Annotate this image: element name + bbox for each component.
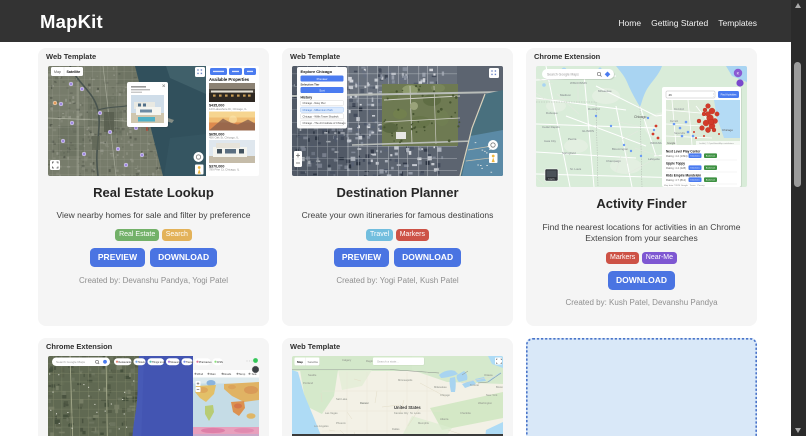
svg-text:Satellite: Satellite bbox=[308, 360, 319, 364]
svg-text:Transit: Transit bbox=[186, 360, 194, 363]
svg-text:Directions: Directions bbox=[690, 178, 699, 181]
svg-text:Rating: 4.4 (228): Rating: 4.4 (228) bbox=[666, 166, 686, 170]
svg-text:123 Lakeshore Dr, Chicago, IL: 123 Lakeshore Dr, Chicago, IL bbox=[209, 106, 247, 110]
svg-text:456 Oak St, Chicago, IL: 456 Oak St, Chicago, IL bbox=[209, 135, 239, 139]
svg-text:Pharmacies: Pharmacies bbox=[199, 360, 212, 363]
svg-text:Bookmark: Bookmark bbox=[706, 178, 716, 181]
svg-text:Minneapolis: Minneapolis bbox=[398, 378, 413, 382]
svg-text:United States: United States bbox=[394, 405, 421, 410]
svg-text:Rating: 4.7 (812): Rating: 4.7 (812) bbox=[666, 178, 686, 182]
svg-text:New York: New York bbox=[486, 393, 498, 397]
svg-text:Cedar Rapids: Cedar Rapids bbox=[542, 125, 560, 129]
svg-text:Preview: Preview bbox=[317, 76, 329, 80]
svg-text:Bookmark: Bookmark bbox=[706, 154, 716, 157]
svg-text:Layers: Layers bbox=[548, 177, 555, 180]
svg-text:INDIANA: INDIANA bbox=[650, 141, 662, 145]
svg-text:Portland: Portland bbox=[303, 381, 314, 385]
svg-text:Directions: Directions bbox=[690, 166, 699, 169]
svg-text:Denver: Denver bbox=[360, 401, 369, 405]
svg-text:Clouds: Clouds bbox=[223, 372, 232, 376]
svg-text:Lafayette: Lafayette bbox=[648, 157, 660, 161]
svg-text:Chicago: Chicago bbox=[440, 393, 450, 397]
svg-text:Bloomington: Bloomington bbox=[612, 147, 628, 151]
svg-text:Map: Map bbox=[297, 360, 303, 364]
svg-text:Charlotte: Charlotte bbox=[460, 411, 471, 415]
svg-text:Rain: Rain bbox=[210, 372, 216, 376]
svg-text:St. Louis: St. Louis bbox=[570, 167, 582, 171]
svg-text:Rating: 4.2 (1394): Rating: 4.2 (1394) bbox=[666, 154, 688, 158]
svg-text:Atlanta: Atlanta bbox=[440, 417, 449, 421]
svg-text:WISCONSIN: WISCONSIN bbox=[570, 81, 587, 85]
svg-text:Milwaukee: Milwaukee bbox=[598, 89, 612, 93]
svg-text:Selection Tier: Selection Tier bbox=[301, 82, 321, 86]
svg-text:Chicago: Chicago bbox=[634, 115, 647, 119]
svg-text:Springfield: Springfield bbox=[562, 151, 576, 155]
svg-text:Next Level Play Center: Next Level Play Center bbox=[666, 149, 701, 153]
svg-text:Dallas: Dallas bbox=[392, 427, 400, 431]
svg-text:Milwaukee: Milwaukee bbox=[434, 385, 447, 389]
svg-text:Map data ©2024 Google Terms: Map data ©2024 Google Terms Privacy bbox=[664, 183, 706, 186]
svg-text:46: 46 bbox=[669, 92, 673, 96]
svg-text:Hotels: Hotels bbox=[138, 360, 146, 363]
svg-text:K: K bbox=[737, 70, 740, 75]
svg-text:Rockford: Rockford bbox=[588, 107, 600, 111]
svg-text:Kansas City: Kansas City bbox=[394, 411, 409, 415]
svg-text:Google: Google bbox=[667, 141, 676, 145]
svg-text:Chicago: Chicago bbox=[722, 128, 733, 132]
svg-text:Satellite: Satellite bbox=[67, 70, 81, 74]
svg-text:Chicago - The Art Institute of: Chicago - The Art Institute of Chicago bbox=[303, 121, 347, 125]
svg-text:Upple Toppy: Upple Toppy bbox=[666, 161, 685, 165]
svg-text:789 Pine Ct, Chicago, IL: 789 Pine Ct, Chicago, IL bbox=[209, 167, 240, 171]
svg-text:Explore Chicago: Explore Chicago bbox=[301, 69, 333, 74]
svg-text:Iowa City: Iowa City bbox=[544, 139, 556, 143]
svg-text:Rockford: Rockford bbox=[674, 108, 685, 111]
svg-text:Naperville: Naperville bbox=[674, 132, 686, 135]
svg-text:Search a state...: Search a state... bbox=[377, 359, 399, 363]
svg-text:Search Google Maps: Search Google Maps bbox=[56, 360, 86, 364]
svg-text:Madison: Madison bbox=[560, 93, 571, 97]
svg-text:ATMs: ATMs bbox=[217, 360, 224, 363]
svg-text:⋮: ⋮ bbox=[712, 93, 715, 97]
svg-text:Ottawa: Ottawa bbox=[484, 373, 493, 377]
svg-text:Seattle: Seattle bbox=[308, 373, 317, 377]
svg-text:Chicago - Navy Pier: Chicago - Navy Pier bbox=[303, 101, 326, 105]
svg-text:Champaign: Champaign bbox=[606, 159, 621, 163]
svg-text:St. Louis: St. Louis bbox=[410, 411, 421, 415]
svg-text:ILLINOIS: ILLINOIS bbox=[582, 129, 594, 133]
svg-text:Find Activities: Find Activities bbox=[721, 92, 738, 96]
svg-text:Toronto: Toronto bbox=[470, 383, 479, 387]
svg-text:Los Angeles: Los Angeles bbox=[314, 424, 329, 428]
svg-text:Chicago - Millennium Park: Chicago - Millennium Park bbox=[303, 107, 334, 111]
svg-text:Kids Empire Mundelein: Kids Empire Mundelein bbox=[666, 173, 701, 177]
svg-text:Las Vegas: Las Vegas bbox=[325, 411, 338, 415]
svg-text:Museums: Museums bbox=[170, 360, 181, 363]
svg-text:Available Properties: Available Properties bbox=[209, 77, 250, 82]
svg-text:Chicago - Willis Tower Skydeck: Chicago - Willis Tower Skydeck bbox=[303, 114, 340, 118]
svg-text:Phoenix: Phoenix bbox=[336, 421, 346, 425]
svg-text:Dubuque: Dubuque bbox=[546, 111, 558, 115]
svg-text:Peoria: Peoria bbox=[568, 137, 577, 141]
svg-text:Search Google Maps: Search Google Maps bbox=[547, 72, 579, 76]
svg-text:Temp: Temp bbox=[239, 372, 246, 376]
svg-text:Things to do: Things to do bbox=[152, 360, 166, 363]
svg-text:Wind: Wind bbox=[197, 372, 204, 376]
svg-text:Boston: Boston bbox=[496, 385, 503, 389]
svg-text:Directions: Directions bbox=[690, 154, 699, 157]
svg-text:Calgary: Calgary bbox=[342, 358, 352, 362]
svg-text:Memphis: Memphis bbox=[418, 421, 430, 425]
svg-text:Restaurants: Restaurants bbox=[118, 360, 132, 363]
svg-text:Map: Map bbox=[54, 70, 61, 74]
svg-text:DeKalb: DeKalb bbox=[670, 120, 679, 123]
svg-text:Sort: Sort bbox=[319, 88, 325, 92]
svg-text:Bookmark: Bookmark bbox=[706, 166, 716, 169]
svg-text:Washington: Washington bbox=[478, 401, 493, 405]
svg-text:History: History bbox=[301, 95, 313, 99]
svg-text:Salt Lake: Salt Lake bbox=[336, 397, 348, 401]
svg-text:Leaflet | © OpenStreetMap cont: Leaflet | © OpenStreetMap contributors bbox=[699, 142, 734, 145]
